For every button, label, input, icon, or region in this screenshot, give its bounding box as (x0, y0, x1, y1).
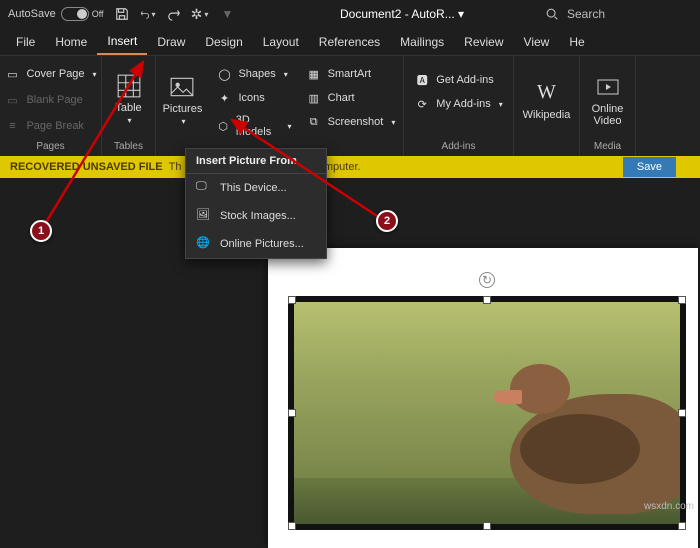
group-tables-label: Tables (114, 139, 143, 154)
callout-2: 2 (376, 210, 398, 232)
save-icon[interactable] (114, 6, 130, 22)
tab-layout[interactable]: Layout (253, 28, 309, 55)
tab-help[interactable]: He (559, 28, 594, 55)
search-icon (545, 7, 559, 21)
get-addins-button[interactable]: 🅰Get Add-ins (412, 70, 504, 90)
picture-icon (168, 73, 196, 101)
duck-image (460, 344, 680, 524)
menu-online-pictures[interactable]: 🌐Online Pictures... (186, 230, 326, 258)
recovered-file-bar: RECOVERED UNSAVED FILE Th emporarily sto… (0, 156, 700, 178)
smartart-button[interactable]: ▦SmartArt (304, 64, 398, 84)
chart-button[interactable]: ▥Chart (304, 88, 398, 108)
inserted-picture[interactable]: ↻ (288, 296, 686, 530)
resize-handle[interactable] (288, 409, 296, 417)
tab-mailings[interactable]: Mailings (390, 28, 454, 55)
autosave-toggle[interactable]: AutoSave Off (8, 7, 104, 21)
title-bar: AutoSave Off ▾ ✲▾ ▼ Document2 - AutoR...… (0, 0, 700, 28)
my-addins-button[interactable]: ⟳My Add-ins▾ (412, 94, 504, 114)
autosave-state: Off (92, 9, 104, 19)
tab-insert[interactable]: Insert (97, 28, 147, 55)
tab-references[interactable]: References (309, 28, 390, 55)
ribbon: ▭Cover Page▾ ▭Blank Page ≡Page Break Pag… (0, 56, 700, 156)
table-icon (115, 72, 143, 100)
menu-stock-images[interactable]: 🖼Stock Images... (186, 202, 326, 230)
resize-handle[interactable] (483, 296, 491, 304)
globe-icon: 🌐 (196, 236, 212, 252)
resize-handle[interactable] (288, 296, 296, 304)
rotate-handle[interactable]: ↻ (479, 272, 495, 288)
tab-draw[interactable]: Draw (147, 28, 195, 55)
screenshot-button[interactable]: ⧉Screenshot▾ (304, 112, 398, 132)
page-icon: ▭ (4, 66, 20, 82)
break-icon: ≡ (4, 118, 20, 134)
chart-icon: ▥ (306, 90, 322, 106)
ribbon-tabs: File Home Insert Draw Design Layout Refe… (0, 28, 700, 56)
document-title[interactable]: Document2 - AutoR... ▾ (340, 7, 464, 21)
menu-this-device[interactable]: 🖵This Device... (186, 174, 326, 202)
callout-1: 1 (30, 220, 52, 242)
wikipedia-icon: W (533, 79, 561, 107)
watermark: wsxdn.com (644, 501, 694, 512)
redo-icon[interactable] (166, 6, 182, 22)
autosave-label: AutoSave (8, 8, 56, 20)
smartart-icon: ▦ (306, 66, 322, 82)
group-addins-label: Add-ins (442, 139, 476, 154)
insert-picture-menu: Insert Picture From 🖵This Device... 🖼Sto… (185, 148, 327, 259)
menu-header: Insert Picture From (186, 149, 326, 174)
group-pages-label: Pages (36, 139, 64, 154)
3d-models-button[interactable]: ⬡3D Models▾ (214, 112, 293, 140)
page-break-button[interactable]: ≡Page Break (2, 116, 98, 136)
store-icon: 🅰 (414, 72, 430, 88)
stock-icon: 🖼 (196, 208, 212, 224)
group-media-label: Media (594, 139, 621, 154)
resize-handle[interactable] (678, 409, 686, 417)
document-canvas[interactable]: ↻ (0, 178, 700, 516)
tab-design[interactable]: Design (195, 28, 252, 55)
pictures-button[interactable]: Pictures▾ (160, 60, 204, 140)
brightness-icon[interactable]: ✲▾ (192, 6, 208, 22)
toggle-off-icon[interactable] (61, 7, 89, 21)
search-placeholder: Search (567, 7, 605, 21)
addins-icon: ⟳ (414, 96, 430, 112)
page-icon: ▭ (4, 92, 20, 108)
device-icon: 🖵 (196, 180, 212, 196)
shapes-button[interactable]: ◯Shapes▾ (214, 64, 293, 84)
resize-handle[interactable] (483, 522, 491, 530)
cube-icon: ⬡ (216, 118, 229, 134)
video-icon (594, 73, 622, 101)
screenshot-icon: ⧉ (306, 114, 322, 130)
icons-icon: ✦ (216, 90, 232, 106)
table-button[interactable]: Table▾ (107, 60, 151, 139)
bar-title: RECOVERED UNSAVED FILE (10, 161, 163, 173)
undo-icon[interactable]: ▾ (140, 6, 156, 22)
resize-handle[interactable] (678, 296, 686, 304)
tab-home[interactable]: Home (45, 28, 97, 55)
save-button[interactable]: Save (623, 157, 676, 177)
search-box[interactable]: Search (545, 7, 605, 21)
wikipedia-button[interactable]: WWikipedia (519, 60, 575, 139)
blank-page-button[interactable]: ▭Blank Page (2, 90, 98, 110)
icons-button[interactable]: ✦Icons (214, 88, 293, 108)
tab-file[interactable]: File (6, 28, 45, 55)
resize-handle[interactable] (288, 522, 296, 530)
cover-page-button[interactable]: ▭Cover Page▾ (2, 64, 98, 84)
tab-view[interactable]: View (514, 28, 560, 55)
online-video-button[interactable]: Online Video (586, 60, 630, 139)
tab-review[interactable]: Review (454, 28, 513, 55)
shapes-icon: ◯ (216, 66, 232, 82)
resize-handle[interactable] (678, 522, 686, 530)
